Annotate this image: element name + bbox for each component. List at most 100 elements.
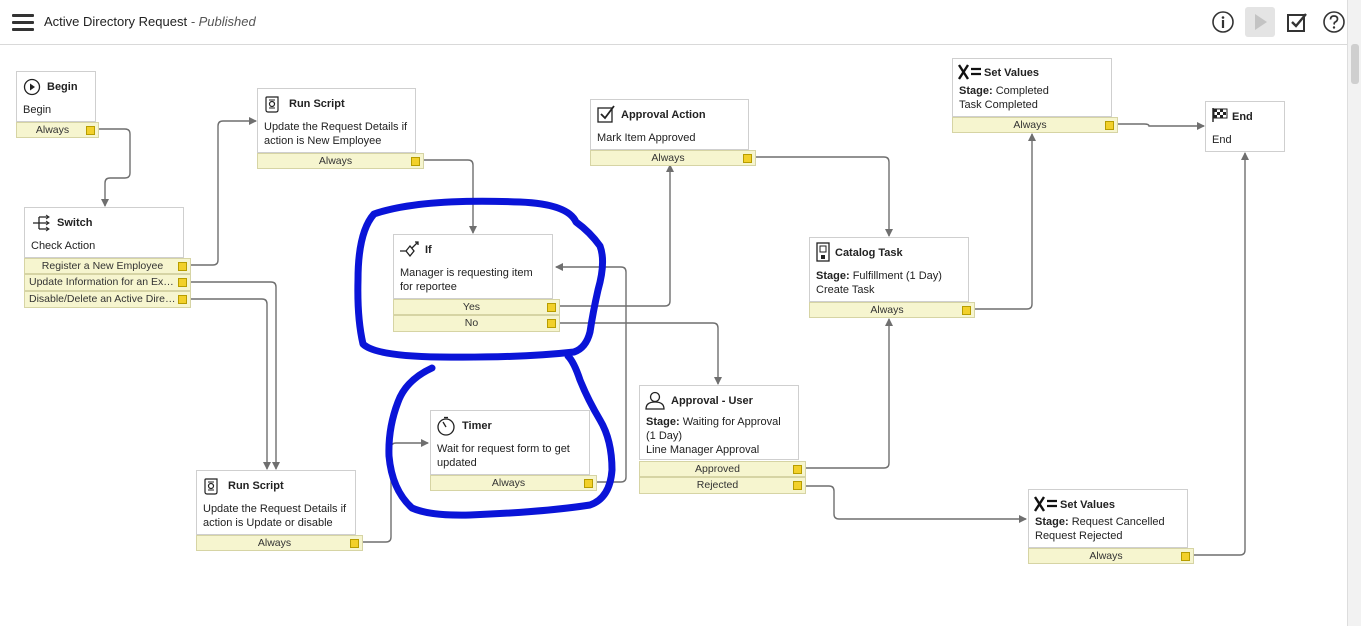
exit-connector[interactable] [178, 295, 187, 304]
activity-approval-action[interactable]: Approval Action Mark Item Approved [590, 99, 749, 150]
transition-begin-switch[interactable] [99, 128, 131, 207]
checkbox-icon[interactable] [1284, 9, 1310, 35]
transition-runscript1-if[interactable] [424, 159, 477, 234]
script-scroll-icon [204, 478, 218, 495]
exit-label: Always [1089, 550, 1123, 562]
menu-icon[interactable] [12, 14, 34, 32]
exit-label: Always [491, 477, 526, 489]
help-icon[interactable] [1321, 9, 1347, 35]
scrollbar-thumb[interactable] [1351, 44, 1359, 84]
activity-title: End [1232, 111, 1253, 123]
exit-connector[interactable] [178, 262, 187, 271]
activity-title: Approval - User [671, 395, 753, 407]
transition-switch-runscript1[interactable] [189, 117, 257, 266]
activity-body: End [1212, 134, 1232, 146]
activity-set-values-cancelled[interactable]: Set Values Stage: Request Cancelled Reque… [1028, 489, 1188, 548]
activity-begin[interactable]: Begin Begin [16, 71, 96, 122]
exit-switch-update[interactable]: Update Information for an Existi.. [24, 274, 191, 291]
transition-if-no-approval-user[interactable] [560, 322, 722, 385]
transition-rejected-setvalues2[interactable] [804, 485, 1027, 523]
activity-body: Stage: Completed Task Completed [959, 84, 1105, 112]
activity-title: Timer [462, 420, 492, 432]
exit-begin-always[interactable]: Always [16, 122, 99, 138]
exit-label: Always [870, 304, 904, 316]
activity-title: Run Script [289, 98, 345, 110]
activity-end[interactable]: End End [1205, 101, 1285, 152]
activity-body: Stage: Waiting for Approval (1 Day) Line … [646, 415, 792, 457]
info-icon[interactable] [1210, 9, 1236, 35]
exit-connector[interactable] [962, 306, 971, 315]
exit-catalog-task-always[interactable]: Always [809, 302, 975, 318]
exit-connector[interactable] [793, 481, 802, 490]
set-values-icon [958, 64, 981, 80]
activity-timer[interactable]: Timer Wait for request form to get updat… [430, 410, 590, 475]
stage-value: Request Cancelled [1071, 516, 1165, 528]
exit-label: Register a New Employee [41, 260, 164, 272]
exit-switch-register[interactable]: Register a New Employee [24, 258, 191, 274]
scrollbar[interactable] [1347, 0, 1361, 626]
exit-switch-disable[interactable]: Disable/Delete an Active Directo.. [24, 291, 191, 308]
exit-connector[interactable] [1105, 121, 1114, 130]
exit-if-no[interactable]: No [393, 315, 560, 332]
exit-run-script-1-always[interactable]: Always [257, 153, 424, 169]
exit-connector[interactable] [1181, 552, 1190, 561]
activity-title: Catalog Task [835, 247, 903, 259]
activity-catalog-task[interactable]: Catalog Task Stage: Fulfillment (1 Day) C… [809, 237, 969, 302]
transition-runscript2-timer[interactable] [361, 439, 429, 543]
activity-body: Stage: Request Cancelled Request Rejected [1035, 515, 1181, 543]
exit-connector[interactable] [793, 465, 802, 474]
transition-switch-runscript2[interactable] [189, 281, 280, 470]
activity-if[interactable]: If Manager is requesting item for report… [393, 234, 553, 299]
transition-approval-action-catalog[interactable] [756, 156, 893, 237]
workflow-title: Active Directory Request [44, 14, 188, 29]
transition-switch-runscript2-b[interactable] [189, 298, 271, 470]
activity-description: Request Rejected [1035, 530, 1123, 542]
approval-check-icon [597, 105, 615, 123]
activity-description: Task Completed [959, 99, 1038, 111]
exit-approval-action-always[interactable]: Always [590, 150, 756, 166]
exit-connector[interactable] [411, 157, 420, 166]
activity-run-script-new-employee[interactable]: Run Script Update the Request Details if… [257, 88, 416, 153]
transition-if-yes-approval-action[interactable] [560, 164, 674, 307]
exit-connector[interactable] [743, 154, 752, 163]
activity-set-values-completed[interactable]: Set Values Stage: Completed Task Complete… [952, 58, 1112, 117]
activity-approval-user[interactable]: Approval - User Stage: Waiting for Appro… [639, 385, 799, 460]
activity-title: Run Script [228, 480, 284, 492]
transition-setvalues1-end[interactable] [1117, 122, 1205, 130]
exit-if-yes[interactable]: Yes [393, 299, 560, 315]
exit-set-values-1-always[interactable]: Always [952, 117, 1118, 133]
activity-run-script-update-disable[interactable]: Run Script Update the Request Details if… [196, 470, 356, 535]
transition-approved-catalog[interactable] [804, 318, 893, 469]
activity-title: Approval Action [621, 109, 706, 121]
activity-body: Mark Item Approved [597, 132, 696, 144]
exit-label: Always [257, 537, 292, 549]
exit-run-script-2-always[interactable]: Always [196, 535, 363, 551]
exit-connector[interactable] [350, 539, 359, 548]
catalog-task-icon [816, 242, 830, 262]
activity-body: Update the Request Details if action is … [264, 121, 408, 147]
activity-body: Stage: Fulfillment (1 Day) Create Task [816, 269, 962, 297]
exit-timer-always[interactable]: Always [430, 475, 597, 491]
exit-label: Always [318, 155, 353, 167]
exit-connector[interactable] [178, 278, 187, 287]
exit-connector[interactable] [584, 479, 593, 488]
stage-label: Stage: [816, 270, 850, 282]
transition-setvalues2-end[interactable] [1194, 152, 1249, 556]
stage-label: Stage: [959, 85, 993, 97]
exit-label: Always [1013, 119, 1047, 131]
run-workflow-button[interactable] [1245, 7, 1275, 37]
exit-connector[interactable] [547, 319, 556, 328]
stage-value: Fulfillment (1 Day) [852, 270, 942, 282]
exit-label: Always [651, 152, 685, 164]
activity-description: Create Task [816, 284, 875, 296]
exit-set-values-2-always[interactable]: Always [1028, 548, 1194, 564]
exit-approval-user-approved[interactable]: Approved [639, 461, 806, 477]
activity-switch[interactable]: Switch Check Action [24, 207, 184, 258]
exit-approval-user-rejected[interactable]: Rejected [639, 477, 806, 494]
exit-connector[interactable] [547, 303, 556, 312]
exit-connector[interactable] [86, 126, 95, 135]
stage-label: Stage: [646, 416, 680, 428]
activity-title: If [425, 244, 432, 256]
play-icon [1255, 14, 1267, 30]
transition-catalog-setvalues1[interactable] [975, 133, 1036, 310]
